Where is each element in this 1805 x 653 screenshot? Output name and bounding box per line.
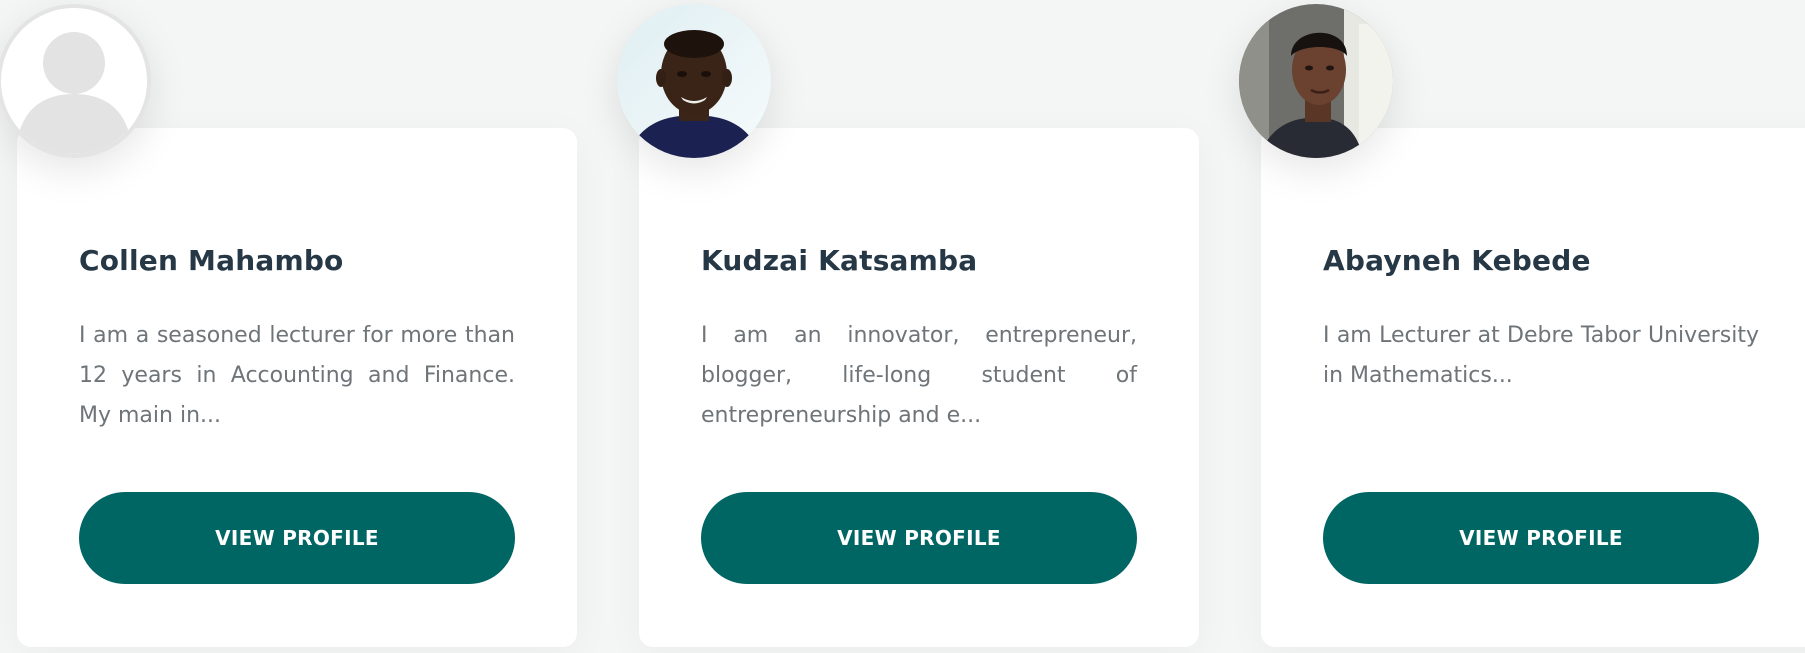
view-profile-button[interactable]: VIEW PROFILE: [79, 492, 515, 584]
profile-card: Kudzai Katsamba I am an innovator, entre…: [639, 128, 1199, 647]
profile-avatar[interactable]: [0, 4, 151, 158]
profile-bio: I am an innovator, entrepreneur, blogger…: [701, 323, 1137, 428]
view-profile-button[interactable]: VIEW PROFILE: [1323, 492, 1759, 584]
profile-name: Abayneh Kebede: [1323, 244, 1591, 277]
default-user-icon: [1, 8, 147, 154]
profile-name: Kudzai Katsamba: [701, 244, 978, 277]
profile-avatar[interactable]: [617, 4, 771, 158]
profile-bio: I am Lecturer at Debre Tabor University …: [1323, 323, 1759, 388]
user-photo: [617, 4, 771, 158]
profile-name: Collen Mahambo: [79, 244, 344, 277]
profile-avatar[interactable]: [1239, 4, 1393, 158]
view-profile-button[interactable]: VIEW PROFILE: [701, 492, 1137, 584]
profile-bio: I am a seasoned lecturer for more than 1…: [79, 323, 515, 428]
user-photo: [1239, 4, 1393, 158]
profile-cards-section: Collen Mahambo I am a seasoned lecturer …: [0, 0, 1805, 653]
profile-card: Abayneh Kebede I am Lecturer at Debre Ta…: [1261, 128, 1805, 647]
profile-card: Collen Mahambo I am a seasoned lecturer …: [17, 128, 577, 647]
